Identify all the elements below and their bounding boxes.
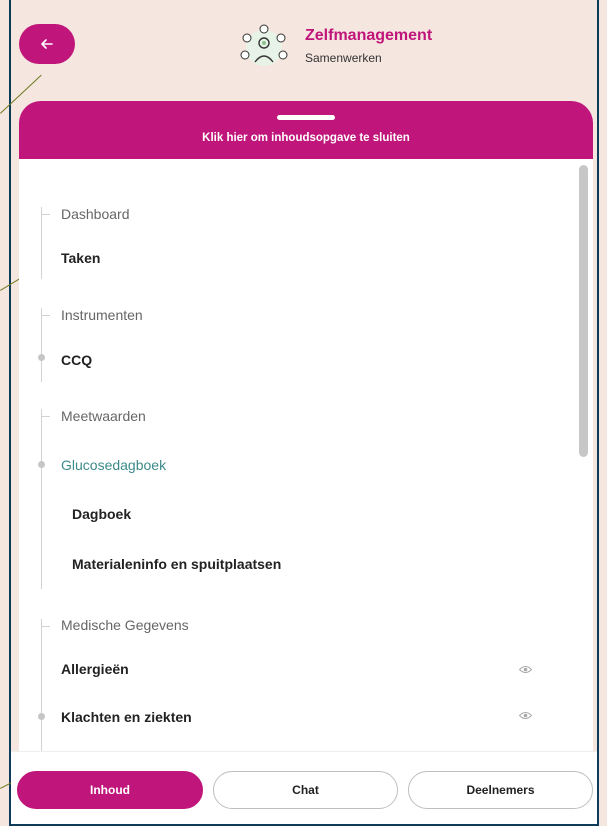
bullet-dot xyxy=(38,713,45,720)
arrow-left-icon xyxy=(41,39,53,49)
category-meetwaarden: Meetwaarden xyxy=(61,408,146,424)
eye-icon[interactable] xyxy=(519,711,532,720)
page-title: Zelfmanagement xyxy=(305,27,433,44)
toc-close-label: Klik hier om inhoudsopgave te sluiten xyxy=(202,132,410,144)
section-line xyxy=(41,207,42,279)
bullet-dot xyxy=(38,354,45,361)
toc-item-dagboek[interactable]: Dagboek xyxy=(72,506,131,522)
drag-handle[interactable] xyxy=(277,115,335,120)
section-line xyxy=(41,308,42,382)
eye-icon[interactable] xyxy=(519,665,532,674)
toc-panel: Klik hier om inhoudsopgave te sluiten Da… xyxy=(19,101,593,751)
scrollbar[interactable] xyxy=(579,165,588,457)
section-line xyxy=(41,619,42,751)
bullet-dot xyxy=(38,461,45,468)
toc-item-taken[interactable]: Taken xyxy=(61,250,100,266)
toc-close-bar[interactable]: Klik hier om inhoudsopgave te sluiten xyxy=(19,101,593,159)
toc-item-materialeninfo[interactable]: Materialeninfo en spuitplaatsen xyxy=(72,556,281,572)
toc-item-klachten[interactable]: Klachten en ziekten xyxy=(61,709,192,725)
section-tick xyxy=(41,416,50,417)
toc-item-ccq[interactable]: CCQ xyxy=(61,352,92,368)
category-instrumenten: Instrumenten xyxy=(61,307,143,323)
section-line xyxy=(41,409,42,589)
section-tick xyxy=(41,315,50,316)
tab-deelnemers[interactable]: Deelnemers xyxy=(408,771,593,809)
back-button[interactable] xyxy=(19,24,75,64)
category-medische-gegevens: Medische Gegevens xyxy=(61,617,189,633)
tab-inhoud[interactable]: Inhoud xyxy=(17,771,203,809)
category-dashboard: Dashboard xyxy=(61,206,130,222)
page-subtitle: Samenwerken xyxy=(305,51,382,65)
tab-chat[interactable]: Chat xyxy=(213,771,398,809)
toc-item-allergieen[interactable]: Allergieën xyxy=(61,661,129,677)
collaboration-people-icon xyxy=(240,24,288,66)
bottom-tab-bar: Inhoud Chat Deelnemers xyxy=(11,751,597,824)
section-tick xyxy=(41,214,50,215)
toc-item-glucosedagboek[interactable]: Glucosedagboek xyxy=(61,457,166,473)
section-tick xyxy=(41,626,50,627)
